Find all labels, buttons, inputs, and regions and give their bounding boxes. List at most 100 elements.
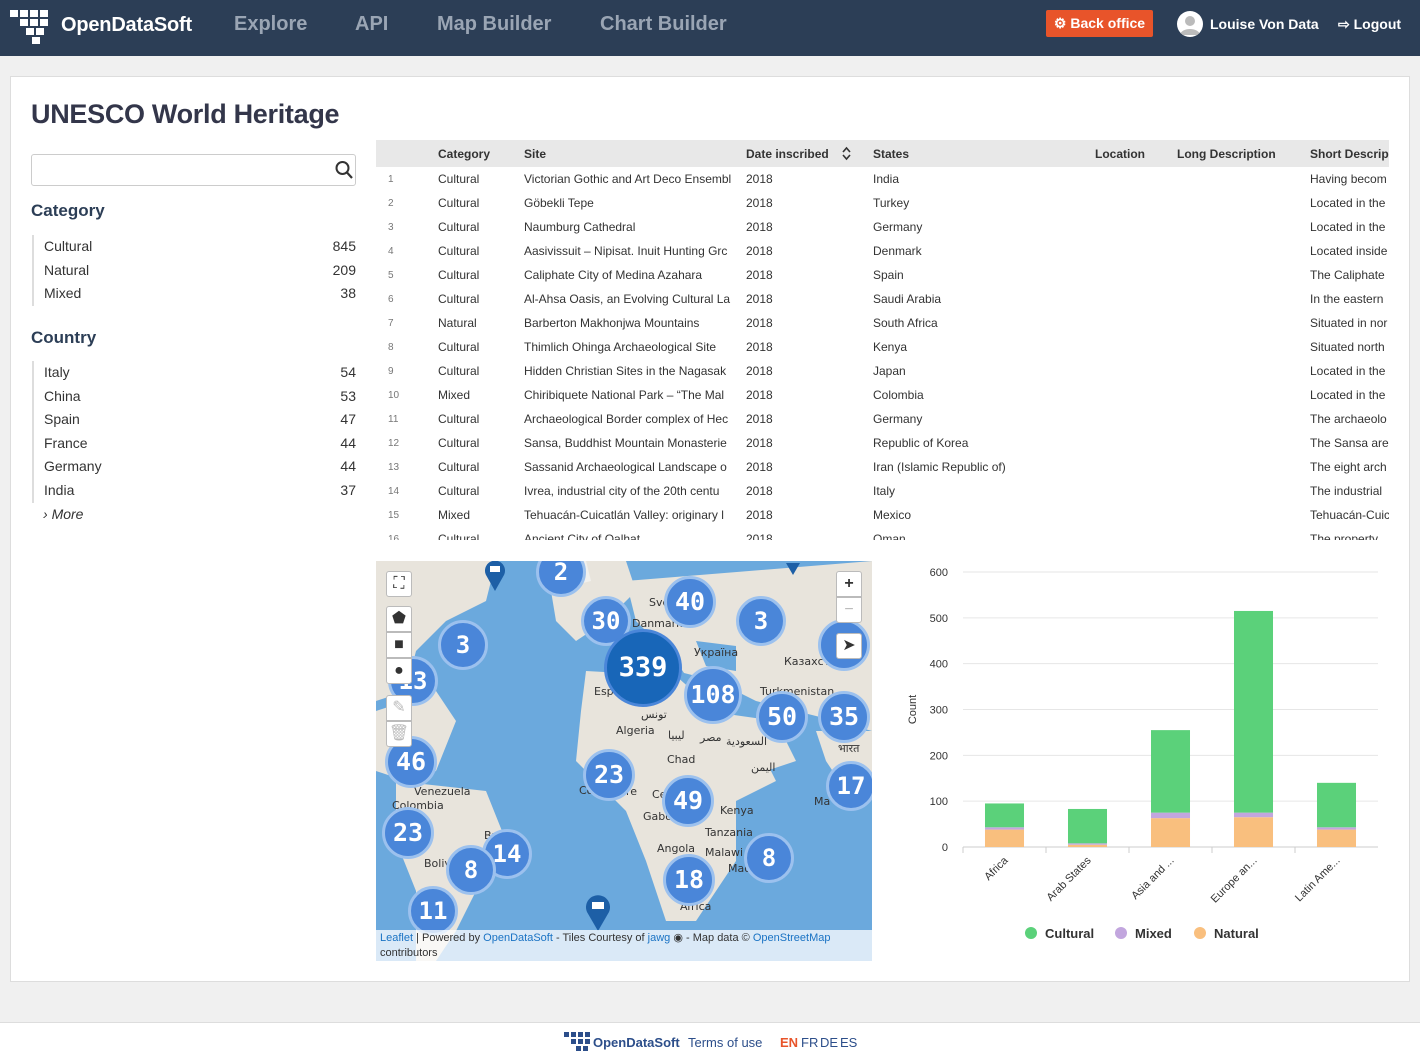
map-cluster[interactable]: 3 bbox=[438, 620, 488, 670]
facet-item-cultural[interactable]: Cultural 845 bbox=[34, 235, 356, 259]
map-cluster[interactable]: 8 bbox=[744, 833, 794, 883]
facet-item-germany[interactable]: Germany 44 bbox=[34, 455, 356, 479]
column-header-site[interactable]: Site bbox=[524, 147, 546, 161]
draw-rectangle-button[interactable]: ■ bbox=[386, 632, 412, 658]
table-row[interactable]: 12 Cultural Sansa, Buddhist Mountain Monas… bbox=[376, 431, 1389, 455]
map-cluster[interactable]: 108 bbox=[684, 666, 742, 724]
column-header-location[interactable]: Location bbox=[1095, 147, 1145, 161]
map-cluster[interactable]: 23 bbox=[583, 749, 635, 801]
map-attribution: Leaflet | Powered by OpenDataSoft - Tile… bbox=[376, 930, 872, 961]
search-input[interactable] bbox=[31, 154, 356, 186]
legend-item-cultural[interactable]: Cultural bbox=[1025, 926, 1094, 941]
facet-item-mixed[interactable]: Mixed 38 bbox=[34, 282, 356, 306]
facet-item-natural[interactable]: Natural 209 bbox=[34, 259, 356, 283]
delete-shape-button[interactable]: 🗑 bbox=[386, 721, 412, 747]
table-row[interactable]: 2 Cultural Göbekli Tepe 2018 Turkey Located i… bbox=[376, 191, 1389, 215]
table-row[interactable]: 6 Cultural Al-Ahsa Oasis, an Evolving Cult… bbox=[376, 287, 1389, 311]
attrib-text: - Tiles Courtesy of bbox=[555, 932, 645, 944]
jawg-logo-icon: ◉ bbox=[673, 932, 683, 944]
map-cluster[interactable]: 50 bbox=[756, 691, 808, 743]
locate-button[interactable]: ➤ bbox=[836, 633, 862, 659]
map-view[interactable]: Sve Danmark Україна Казахст Turkmenistan… bbox=[376, 561, 872, 961]
map-cluster[interactable]: 8 bbox=[446, 845, 496, 895]
row-number: 6 bbox=[388, 294, 394, 305]
nav-explore[interactable]: Explore bbox=[234, 13, 307, 36]
table-row[interactable]: 7 Natural Barberton Makhonjwa Mountains 201… bbox=[376, 311, 1389, 335]
table-cell: Located in the bbox=[1310, 364, 1386, 378]
back-office-button[interactable]: ⚙ Back office bbox=[1046, 10, 1153, 37]
opendatasoft-link[interactable]: OpenDataSoft bbox=[483, 932, 553, 944]
column-header-date-inscribed[interactable]: Date inscribed bbox=[746, 147, 829, 161]
openstreetmap-link[interactable]: OpenStreetMap bbox=[753, 932, 831, 944]
draw-polygon-button[interactable]: ⬟ bbox=[386, 606, 412, 632]
language-de[interactable]: DE bbox=[820, 1035, 838, 1050]
map-cluster[interactable]: 23 bbox=[382, 807, 434, 859]
nav-api[interactable]: API bbox=[355, 13, 388, 36]
nav-chart-builder[interactable]: Chart Builder bbox=[600, 13, 727, 36]
facet-item-france[interactable]: France 44 bbox=[34, 432, 356, 456]
map-cluster[interactable]: 17 bbox=[826, 761, 872, 811]
legend-item-mixed[interactable]: Mixed bbox=[1115, 926, 1172, 941]
table-row[interactable]: 8 Cultural Thimlich Ohinga Archaeological … bbox=[376, 335, 1389, 359]
opendatasoft-logo-icon[interactable] bbox=[10, 8, 50, 46]
table-row[interactable]: 11 Cultural Archaeological Border complex … bbox=[376, 407, 1389, 431]
map-cluster-large[interactable]: 339 bbox=[604, 629, 682, 707]
table-row[interactable]: 10 Mixed Chiribiquete National Park – “The… bbox=[376, 383, 1389, 407]
map-cluster[interactable]: 40 bbox=[664, 576, 716, 628]
map-cluster[interactable]: 18 bbox=[663, 854, 715, 906]
column-header-short-description[interactable]: Short Descrip bbox=[1310, 147, 1389, 161]
facet-category-list: Cultural 845 Natural 209 Mixed 38 bbox=[32, 235, 356, 306]
legend-item-natural[interactable]: Natural bbox=[1194, 926, 1259, 941]
table-row[interactable]: 16 Cultural Ancient City of Qalhat 2018 Oman… bbox=[376, 527, 1389, 540]
user-name[interactable]: Louise Von Data bbox=[1210, 16, 1319, 32]
map-cluster[interactable]: 49 bbox=[662, 775, 714, 827]
table-row[interactable]: 13 Cultural Sassanid Archaeological Landsc… bbox=[376, 455, 1389, 479]
draw-circle-button[interactable]: ● bbox=[386, 658, 412, 684]
table-row[interactable]: 14 Cultural Ivrea, industrial city of the … bbox=[376, 479, 1389, 503]
row-number: 10 bbox=[388, 390, 400, 401]
table-cell: Located in the bbox=[1310, 220, 1386, 234]
map-pin-icon[interactable] bbox=[786, 561, 800, 575]
zoom-out-button[interactable]: − bbox=[836, 597, 862, 623]
zoom-in-button[interactable]: + bbox=[836, 571, 862, 597]
map-pin-icon[interactable] bbox=[585, 895, 611, 931]
user-avatar-icon[interactable] bbox=[1177, 11, 1203, 37]
search-icon[interactable] bbox=[335, 160, 353, 180]
map-pin-icon[interactable] bbox=[484, 561, 506, 591]
table-row[interactable]: 4 Cultural Aasivissuit – Nipisat. Inuit Hu… bbox=[376, 239, 1389, 263]
column-header-states[interactable]: States bbox=[873, 147, 909, 161]
opendatasoft-footer-logo-icon[interactable] bbox=[564, 1030, 592, 1056]
table-cell: Cultural bbox=[438, 532, 480, 540]
table-cell: Located in the bbox=[1310, 196, 1386, 210]
column-header-category[interactable]: Category bbox=[438, 147, 490, 161]
jawg-link[interactable]: jawg bbox=[648, 932, 671, 944]
map-label: Chad bbox=[667, 753, 696, 766]
facet-item-italy[interactable]: Italy 54 bbox=[34, 361, 356, 385]
table-cell: Mixed bbox=[438, 388, 471, 402]
facet-item-spain[interactable]: Spain 47 bbox=[34, 408, 356, 432]
language-fr[interactable]: FR bbox=[801, 1035, 818, 1050]
footer-brand[interactable]: OpenDataSoft bbox=[593, 1035, 680, 1050]
map-cluster[interactable]: 35 bbox=[818, 691, 870, 743]
leaflet-link[interactable]: Leaflet bbox=[380, 932, 413, 944]
sort-icon[interactable] bbox=[842, 146, 851, 161]
facet-item-india[interactable]: India 37 bbox=[34, 479, 356, 503]
language-en[interactable]: EN bbox=[780, 1035, 798, 1050]
facet-item-china[interactable]: China 53 bbox=[34, 385, 356, 409]
table-row[interactable]: 9 Cultural Hidden Christian Sites in the N… bbox=[376, 359, 1389, 383]
language-es[interactable]: ES bbox=[840, 1035, 857, 1050]
terms-of-use-link[interactable]: Terms of use bbox=[688, 1035, 762, 1050]
table-row[interactable]: 5 Cultural Caliphate City of Medina Azahar… bbox=[376, 263, 1389, 287]
map-cluster[interactable]: 3 bbox=[736, 596, 786, 646]
logout-button[interactable]: ⇨ Logout bbox=[1338, 16, 1401, 33]
map-cluster[interactable]: 11 bbox=[408, 886, 458, 936]
column-header-long-description[interactable]: Long Description bbox=[1177, 147, 1276, 161]
facet-more-link[interactable]: › More bbox=[43, 506, 83, 522]
nav-map-builder[interactable]: Map Builder bbox=[437, 13, 551, 36]
edit-shape-button[interactable]: ✎ bbox=[386, 695, 412, 721]
table-row[interactable]: 3 Cultural Naumburg Cathedral 2018 Germany Lo… bbox=[376, 215, 1389, 239]
table-row[interactable]: 15 Mixed Tehuacán-Cuicatlán Valley: origin… bbox=[376, 503, 1389, 527]
fullscreen-button[interactable]: ⛶ bbox=[386, 571, 412, 597]
brand-name[interactable]: OpenDataSoft bbox=[61, 14, 192, 37]
table-row[interactable]: 1 Cultural Victorian Gothic and Art Deco E… bbox=[376, 167, 1389, 191]
